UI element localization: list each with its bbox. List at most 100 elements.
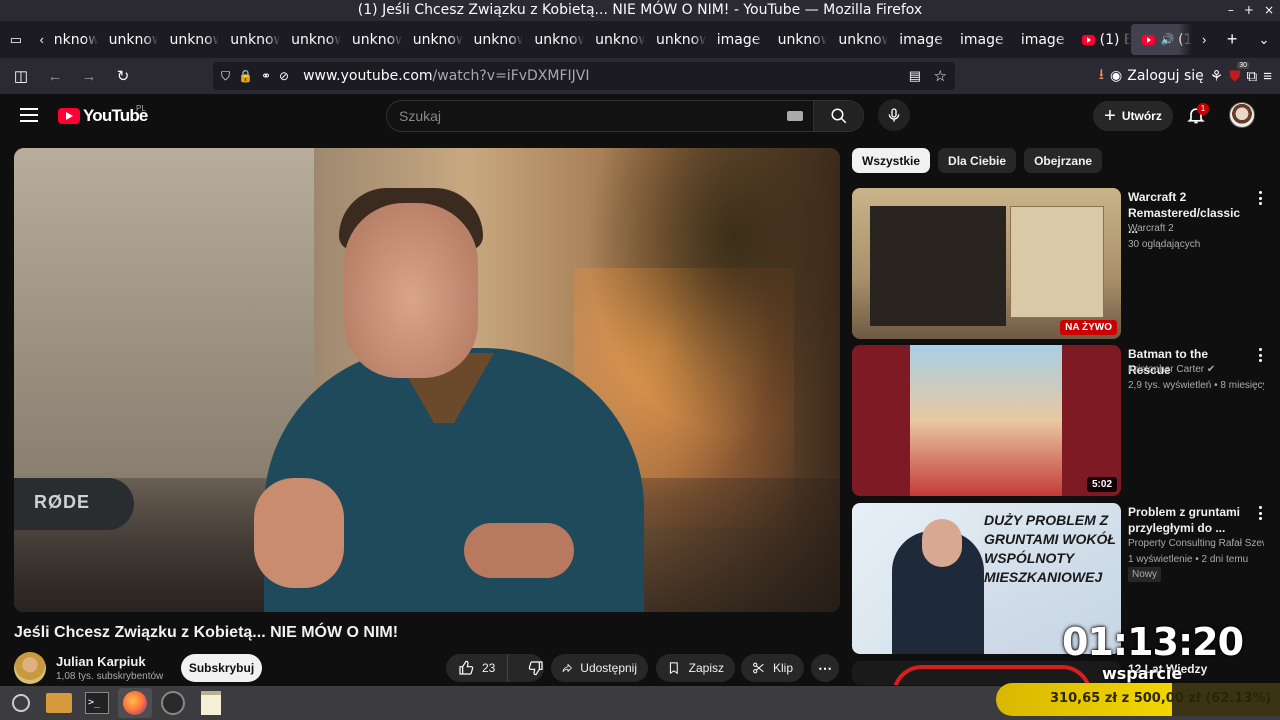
video-menu-icon[interactable] [1254, 189, 1266, 207]
video-presenter-hand [464, 523, 574, 578]
browser-tab[interactable]: unknown [341, 21, 402, 58]
video-player[interactable]: RØDE [14, 148, 840, 612]
autoplay-blocked-icon[interactable]: ⊘ [279, 69, 289, 83]
video-menu-icon[interactable] [1254, 346, 1266, 364]
tabs-scroll-left-icon[interactable]: ‹ [32, 21, 52, 58]
voice-search-button[interactable] [878, 99, 910, 131]
menu-hamburger-icon[interactable]: ≡ [1263, 68, 1272, 85]
browser-tab[interactable]: image [949, 21, 1010, 58]
firefox-taskbar-icon[interactable] [118, 688, 152, 718]
browser-tab[interactable]: unknown [463, 21, 523, 58]
browser-tab[interactable]: image [888, 21, 949, 58]
donation-goal-progress: 310,65 zł z 500,00 zł (62.13%) [996, 683, 1280, 716]
permissions-icon[interactable]: ⚭ [261, 69, 271, 83]
video-thumbnail[interactable] [852, 661, 1121, 685]
video-thumbnail[interactable]: 5:02 [852, 345, 1121, 496]
thumbnail-game-lobby [870, 206, 1006, 326]
channel-avatar[interactable] [14, 652, 46, 684]
account-login-button[interactable]: ◉ Zaloguj się [1110, 68, 1204, 84]
search-input[interactable] [387, 101, 787, 131]
lock-icon[interactable]: 🔒 [238, 69, 253, 83]
browser-tab-youtube[interactable]: (1) E [1071, 21, 1131, 58]
bookmark-star-icon[interactable]: ☆ [934, 67, 947, 85]
like-button[interactable]: 23 [446, 654, 509, 682]
thumbnail-game-options [1010, 206, 1104, 318]
guide-menu-icon[interactable] [20, 108, 38, 122]
scissors-icon [753, 662, 764, 674]
browser-tab[interactable]: unknown [280, 21, 341, 58]
search-button[interactable] [813, 101, 863, 131]
youtube-favicon-icon [1081, 34, 1095, 45]
video-menu-icon[interactable] [1254, 504, 1266, 522]
browser-tab[interactable]: nknow [52, 21, 98, 58]
browser-tab[interactable]: unknown [645, 21, 706, 58]
chip-watched[interactable]: Obejrzane [1024, 148, 1103, 173]
maximize-icon[interactable]: + [1244, 0, 1254, 21]
new-tab-icon[interactable]: + [1216, 21, 1248, 58]
close-icon[interactable]: × [1264, 0, 1274, 21]
account-avatar[interactable] [1229, 102, 1255, 128]
video-thumbnail[interactable]: NA ŻYWO [852, 188, 1121, 339]
extensions-icon[interactable]: ⚘ [1210, 67, 1223, 85]
obs-icon[interactable] [156, 688, 190, 718]
recommended-video-channel[interactable]: Kristopher Carter ✔ [1128, 362, 1264, 378]
like-count: 23 [482, 661, 496, 675]
recommended-video-meta: 1 wyświetlenie • 2 dni temu [1128, 554, 1249, 565]
window-controls: – + × [1228, 0, 1274, 21]
recommended-video-title[interactable]: Problem z gruntami przyległymi do ... [1128, 504, 1252, 536]
share-button[interactable]: Udostępnij [551, 654, 648, 682]
account-icon: ◉ [1110, 68, 1123, 84]
clip-button[interactable]: Klip [741, 654, 804, 682]
ublock-extension-icon[interactable]: ⛊ 30 [1229, 61, 1250, 85]
chip-for-you[interactable]: Dla Ciebie [938, 148, 1017, 173]
chip-all[interactable]: Wszystkie [852, 148, 931, 173]
more-actions-button[interactable]: ⋯ [811, 654, 839, 682]
browser-tab[interactable]: unknown [219, 21, 280, 58]
shield-icon[interactable]: ⛉ [221, 69, 230, 84]
terminal-icon[interactable]: >_ [80, 688, 114, 718]
tab-overflow-chevron-icon[interactable]: ⌄ [1248, 21, 1280, 58]
subscribe-button[interactable]: Subskrybuj [181, 654, 262, 682]
notification-badge: 1 [1197, 103, 1209, 115]
browser-tab[interactable]: unknown [767, 21, 827, 58]
browser-tab[interactable]: unknown [523, 21, 584, 58]
recommended-video-channel[interactable]: Property Consulting Rafał Szewczyk [1128, 536, 1264, 552]
browser-tab[interactable]: image [706, 21, 767, 58]
create-button[interactable]: + Utwórz [1093, 101, 1173, 131]
url-text[interactable]: www.youtube.com/watch?v=iFvDXMFIJVI [303, 68, 589, 84]
file-manager-icon[interactable] [42, 688, 76, 718]
browser-tab[interactable]: unknown [402, 21, 463, 58]
url-bar[interactable]: ⛉ 🔒 ⚭ ⊘ www.youtube.com/watch?v=iFvDXMFI… [213, 62, 955, 90]
youtube-logo[interactable]: YouTube PL [58, 104, 148, 126]
save-button[interactable]: Zapisz [656, 654, 735, 682]
browser-tab[interactable]: unknown [98, 21, 158, 58]
subscriber-count: 1,08 tys. subskrybentów [56, 671, 164, 682]
forward-arrow-icon[interactable]: → [74, 61, 104, 91]
recommended-video-channel[interactable]: Warcraft 2 [1128, 221, 1264, 237]
minimize-icon[interactable]: – [1228, 0, 1234, 21]
app-menu-icon[interactable] [4, 688, 38, 718]
back-arrow-icon[interactable]: ← [40, 61, 70, 91]
reload-icon[interactable]: ↻ [108, 61, 138, 91]
browser-tab-active[interactable]: 🔊 (1 [1131, 24, 1193, 55]
tabs-scroll-right-icon[interactable]: › [1192, 21, 1216, 58]
recommended-video[interactable]: 5:02 Batman to the Rescue Kristopher Car… [852, 345, 1272, 496]
reader-view-icon[interactable]: ▤ [909, 68, 921, 84]
browser-tab[interactable]: unknown [827, 21, 888, 58]
puzzle-extensions-icon[interactable]: ⧉ [1247, 68, 1258, 85]
channel-name[interactable]: Julian Karpiuk [56, 654, 146, 669]
tab-list-icon[interactable]: ▭ [0, 21, 32, 58]
browser-tab[interactable]: image [1010, 21, 1071, 58]
toolbar-right: ⭳ ◉ Zaloguj się ⚘ ⛊ 30 ⧉ ≡ [1099, 58, 1280, 94]
keyboard-icon[interactable] [787, 111, 803, 121]
download-icon[interactable]: ⭳ [1099, 64, 1104, 89]
text-editor-icon[interactable] [194, 688, 228, 718]
browser-tab[interactable]: unknown [158, 21, 219, 58]
notifications-button[interactable]: 1 [1186, 103, 1209, 127]
sidebar-toggle-icon[interactable]: ◫ [6, 61, 36, 91]
browser-tab[interactable]: unknown [584, 21, 645, 58]
speaker-icon[interactable]: 🔊 [1160, 33, 1174, 46]
recommended-video[interactable]: NA ŻYWO Warcraft 2 Remastered/classic ..… [852, 188, 1272, 339]
video-frame-plant [574, 148, 840, 448]
recommended-video[interactable]: 12 Lat Wiedzy [852, 661, 1272, 685]
